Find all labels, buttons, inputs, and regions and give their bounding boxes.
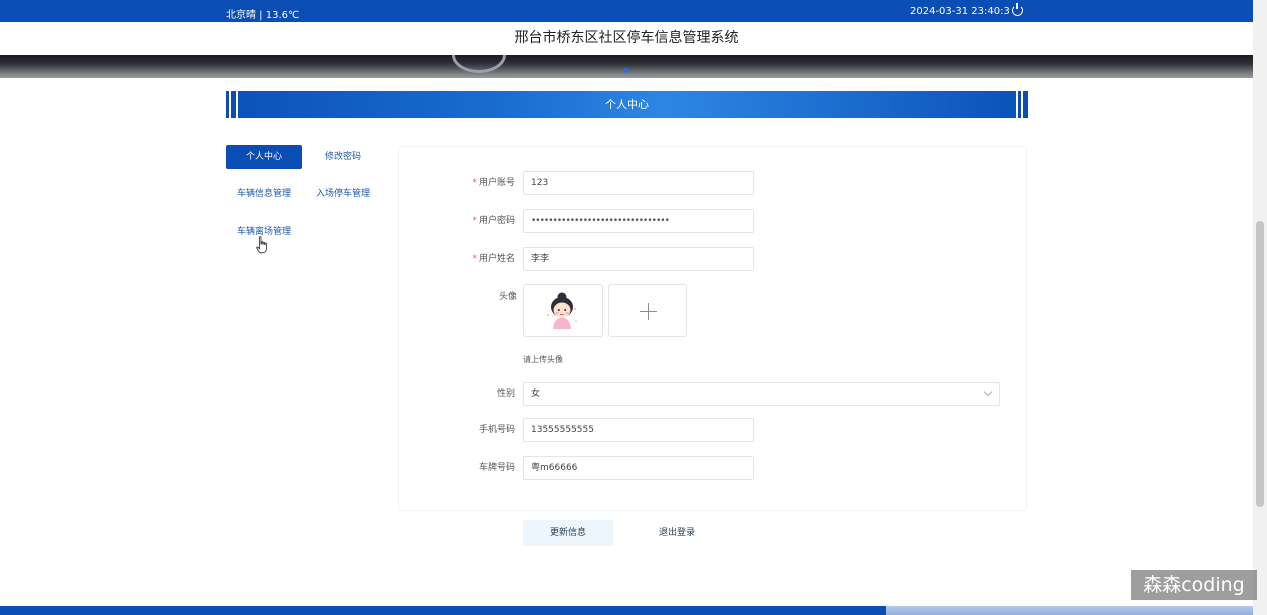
menu-item-parking-entry[interactable]: 入场停车管理 <box>306 182 380 206</box>
plate-label: 车牌号码 <box>478 463 515 473</box>
avatar-preview[interactable] <box>523 284 603 337</box>
menu-item-profile[interactable]: 个人中心 <box>226 145 302 169</box>
site-title: 邢台市桥东区社区停车信息管理系统 <box>0 22 1253 55</box>
avatar-upload-button[interactable] <box>608 284 687 337</box>
account-row: * 用户账号 123 <box>398 171 1027 195</box>
update-info-button[interactable]: 更新信息 <box>523 520 613 546</box>
page: 北京晴 | 13.6℃ 2024-03-31 23:40:3 邢台市桥东区社区停… <box>0 0 1267 615</box>
phone-row: 手机号码 13555555555 <box>398 418 1027 442</box>
menu-item-change-password[interactable]: 修改密码 <box>306 145 380 169</box>
gender-label: 性别 <box>496 389 515 399</box>
plate-input[interactable]: 粤m66666 <box>523 456 754 480</box>
car-wheel-image <box>452 55 506 73</box>
avatar-image <box>547 292 577 329</box>
scrollbar-thumb[interactable] <box>1256 221 1264 507</box>
section-header-left-bars <box>226 91 236 118</box>
avatar-label: 头像 <box>498 292 517 302</box>
banner-carousel <box>0 55 1253 78</box>
gender-select[interactable]: 女 <box>523 382 1000 406</box>
carousel-indicator[interactable] <box>624 68 629 73</box>
weather-info: 北京晴 | 13.6℃ <box>226 10 300 21</box>
watermark: 森森coding <box>1131 570 1257 600</box>
gender-value: 女 <box>531 389 541 399</box>
account-label: * 用户账号 <box>472 178 515 188</box>
section-title: 个人中心 <box>238 91 1016 118</box>
top-bar: 北京晴 | 13.6℃ 2024-03-31 23:40:3 <box>0 0 1253 22</box>
page-scrollbar[interactable] <box>1253 0 1267 615</box>
logout-button[interactable]: 退出登录 <box>632 520 722 546</box>
password-row: * 用户密码 •••••••••••••••••••••••••••••••• <box>398 209 1027 233</box>
name-label: * 用户姓名 <box>472 254 515 264</box>
name-row: * 用户姓名 李李 <box>398 247 1027 271</box>
section-header-right-bars <box>1018 91 1028 118</box>
name-input[interactable]: 李李 <box>523 247 754 271</box>
chevron-down-icon <box>983 387 993 397</box>
plus-icon-vertical <box>648 303 649 320</box>
menu-item-vehicle-info[interactable]: 车辆信息管理 <box>226 182 302 206</box>
power-icon[interactable] <box>1012 3 1023 16</box>
datetime: 2024-03-31 23:40:3 <box>910 6 1010 17</box>
hand-cursor-icon <box>256 236 267 254</box>
phone-input[interactable]: 13555555555 <box>523 418 754 442</box>
phone-label: 手机号码 <box>478 425 515 435</box>
password-input[interactable]: •••••••••••••••••••••••••••••••• <box>523 209 754 233</box>
section-header: 个人中心 <box>226 91 1028 118</box>
account-input[interactable]: 123 <box>523 171 754 195</box>
plate-row: 车牌号码 粤m66666 <box>398 456 1027 480</box>
password-label: * 用户密码 <box>472 216 515 226</box>
avatar-upload-hint: 请上传头像 <box>523 355 563 364</box>
gender-row: 性别 女 <box>398 382 1027 406</box>
